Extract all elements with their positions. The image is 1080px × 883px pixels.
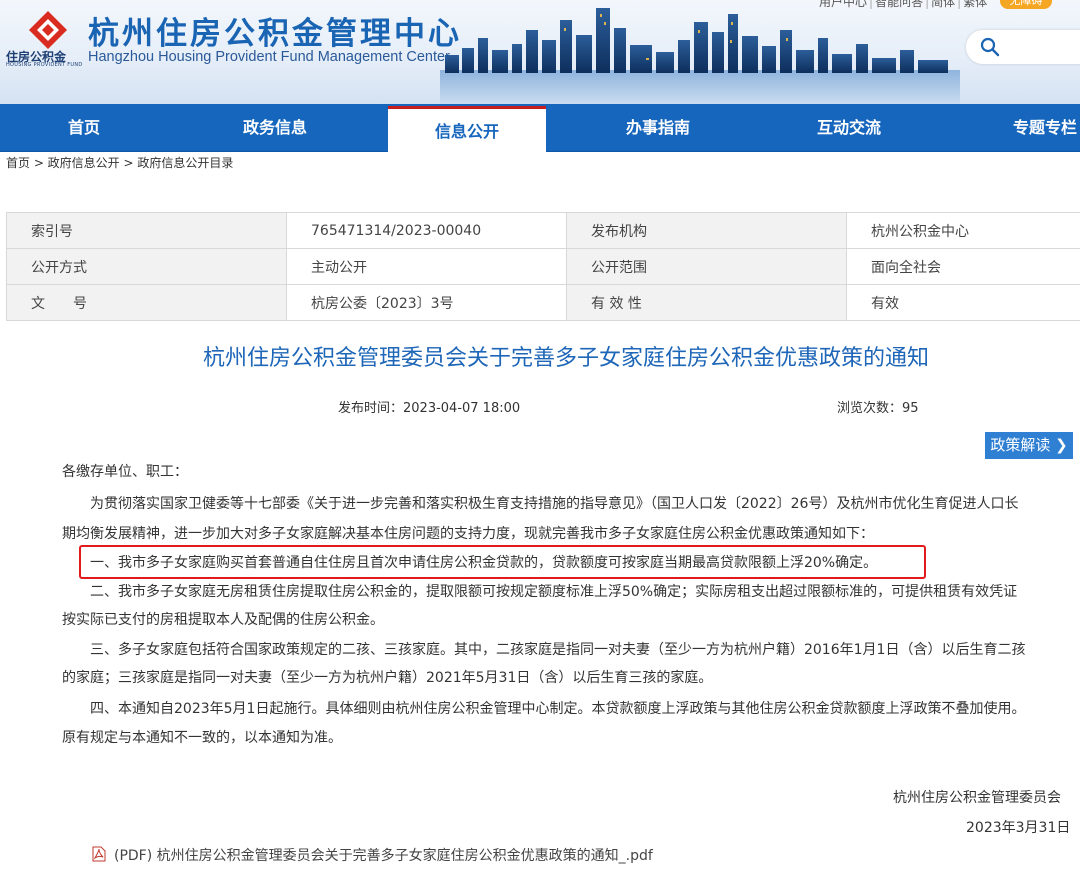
article-title: 杭州住房公积金管理委员会关于完善多子女家庭住房公积金优惠政策的通知 — [202, 346, 929, 371]
search-icon[interactable] — [980, 37, 1000, 57]
body-line: 二、我市多子女家庭无房租赁住房提取住房公积金的，提取限额可按规定额度标准上浮50… — [62, 584, 1018, 600]
meta-value: 杭房公委〔2023〕3号 — [286, 284, 567, 321]
main-nav: 首页 政务信息 信息公开 办事指南 互动交流 专题专栏 — [0, 104, 1080, 156]
sign-date: 2023年3月31日 — [966, 820, 1071, 836]
attachment-name[interactable]: (PDF) 杭州住房公积金管理委员会关于完善多子女家庭住房公积金优惠政策的通知_… — [114, 848, 653, 864]
site-subtitle-english: Hangzhou Housing Provident Fund Manageme… — [88, 49, 450, 65]
meta-label: 有 效 性 — [566, 284, 847, 321]
publish-time: 发布时间：2023-04-07 18:00 — [338, 401, 521, 416]
table-row: 文 号 杭房公委〔2023〕3号 有 效 性 有效 — [6, 284, 1080, 321]
meta-label: 索引号 — [6, 212, 287, 249]
policy-interpretation-button[interactable]: 政策解读 ❯ — [985, 432, 1073, 459]
search-input[interactable] — [966, 30, 1080, 64]
top-link-traditional[interactable]: 繁体 — [963, 0, 987, 9]
nav-info-disclosure[interactable]: 信息公开 — [388, 106, 546, 156]
attachment-link[interactable]: (PDF) 杭州住房公积金管理委员会关于完善多子女家庭住房公积金优惠政策的通知_… — [92, 845, 653, 865]
top-links: 用户中心 | 智能问答 | 简体 | 繁体 — [818, 0, 988, 10]
nav-home[interactable]: 首页 — [24, 104, 144, 152]
signer: 杭州住房公积金管理委员会 — [893, 790, 1061, 806]
greeting: 各缴存单位、职工： — [62, 464, 188, 480]
body-line: 的家庭；三孩家庭是指同一对夫妻（至少一方为杭州户籍）2021年5月31日（含）以… — [62, 670, 713, 686]
nav-special-topics[interactable]: 专题专栏 — [990, 104, 1080, 152]
meta-value: 杭州公积金中心 — [846, 212, 1080, 249]
view-count: 浏览次数：95 — [837, 401, 919, 416]
site-title: 杭州住房公积金管理中心 — [88, 16, 462, 52]
body-line: 四、本通知自2023年5月1日起施行。具体细则由杭州住房公积金管理中心制定。本贷… — [62, 701, 1026, 717]
meta-label: 公开范围 — [566, 248, 847, 285]
document-meta-table: 索引号 765471314/2023-00040 发布机构 杭州公积金中心 公开… — [6, 212, 1080, 321]
nav-service-guide[interactable]: 办事指南 — [598, 104, 718, 152]
top-link-user-center[interactable]: 用户中心 — [819, 0, 867, 9]
accessibility-button[interactable]: 无障碍 — [1000, 0, 1052, 9]
body-line: 三、多子女家庭包括符合国家政策规定的二孩、三孩家庭。其中，二孩家庭是指同一对夫妻… — [62, 642, 1026, 658]
body-line: 按实际已支付的房租提取本人及配偶的住房公积金。 — [62, 612, 384, 628]
meta-value: 有效 — [846, 284, 1080, 321]
pdf-icon — [92, 846, 106, 862]
body-line: 为贯彻落实国家卫健委等十七部委《关于进一步完善和落实积极生育支持措施的指导意见》… — [62, 496, 1019, 512]
meta-value: 765471314/2023-00040 — [286, 212, 567, 249]
top-link-simplified[interactable]: 简体 — [931, 0, 955, 9]
site-header: 杭州住房公积金管理中心 住房公积金 HOUSING PROVIDENT FUND… — [0, 0, 1080, 104]
table-row: 索引号 765471314/2023-00040 发布机构 杭州公积金中心 — [6, 212, 1080, 249]
body-line: 原有规定与本通知不一致的，以本通知为准。 — [62, 730, 342, 746]
meta-value: 主动公开 — [286, 248, 567, 285]
meta-label: 公开方式 — [6, 248, 287, 285]
body-line: 期均衡发展精神，进一步加大对多子女家庭解决基本住房问题的支持力度，现就完善我市多… — [62, 526, 874, 542]
breadcrumb[interactable]: 首页 > 政府信息公开 > 政府信息公开目录 — [6, 154, 233, 171]
nav-interaction[interactable]: 互动交流 — [789, 104, 909, 152]
meta-value: 面向全社会 — [846, 248, 1080, 285]
highlight-annotation — [79, 545, 926, 579]
meta-label: 文 号 — [6, 284, 287, 321]
logo-icon — [29, 11, 67, 49]
nav-government-info[interactable]: 政务信息 — [215, 104, 335, 152]
table-row: 公开方式 主动公开 公开范围 面向全社会 — [6, 248, 1080, 285]
top-link-smart-qa[interactable]: 智能问答 — [875, 0, 923, 9]
logo-small-english: HOUSING PROVIDENT FUND — [6, 62, 83, 68]
meta-label: 发布机构 — [566, 212, 847, 249]
